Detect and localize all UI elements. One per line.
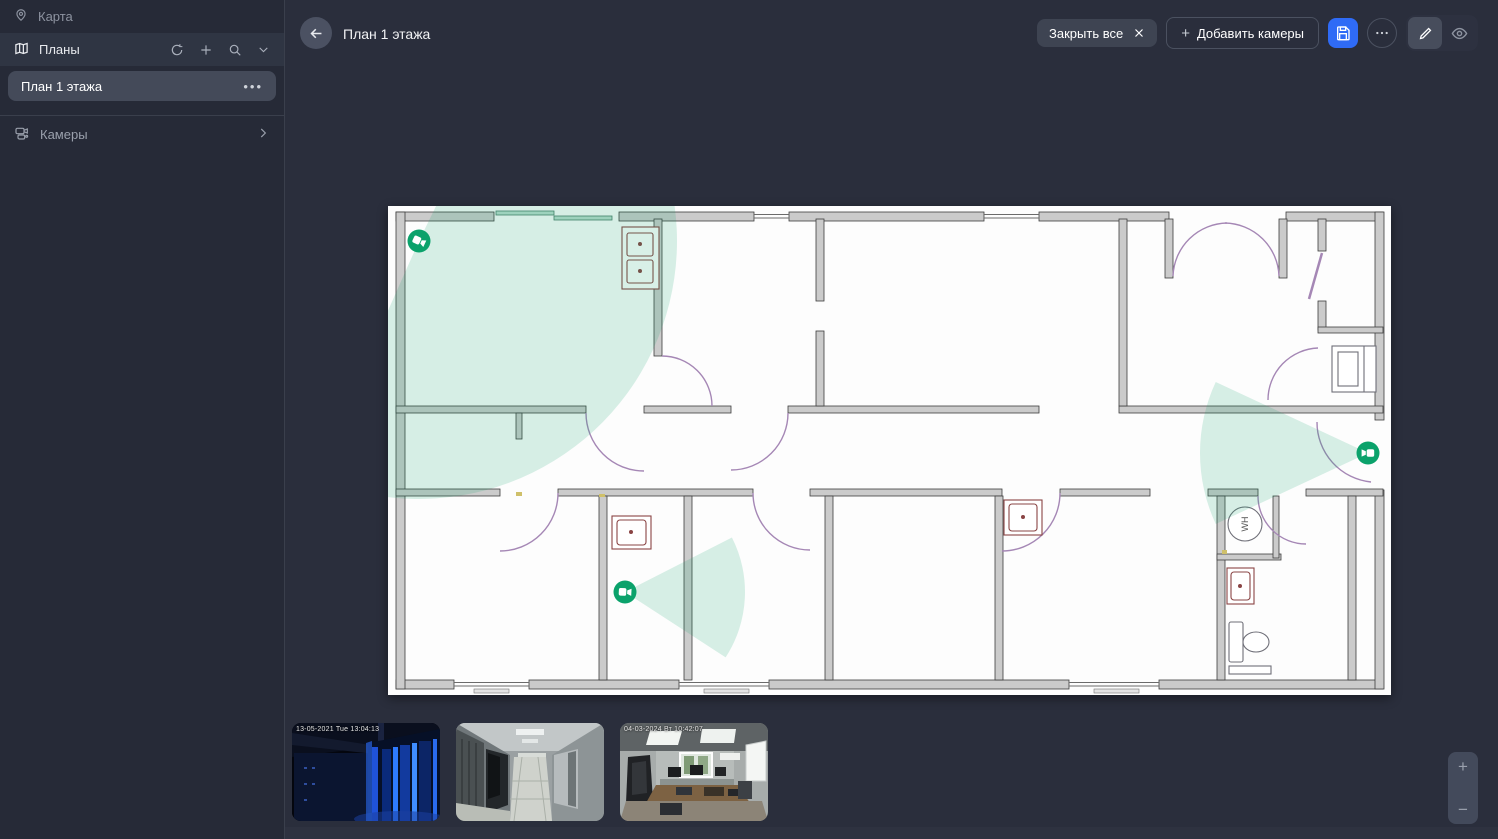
folded-map-icon xyxy=(14,41,29,59)
plan-item-more-icon[interactable]: ••• xyxy=(243,79,263,94)
edit-mode-button[interactable] xyxy=(1408,17,1442,49)
camera-marker[interactable] xyxy=(1357,442,1380,465)
zoom-out-button[interactable]: − xyxy=(1448,801,1478,818)
video-camera-icon xyxy=(1362,449,1375,457)
save-button[interactable] xyxy=(1328,18,1358,48)
corridor-preview xyxy=(456,723,604,821)
close-all-label: Закрыть все xyxy=(1049,26,1123,41)
close-icon[interactable] xyxy=(1133,27,1145,39)
thumb-timestamp: 04-03-2024 Вт 10:42:07 xyxy=(624,726,703,733)
add-cameras-label: Добавить камеры xyxy=(1197,26,1304,41)
sidebar-item-map[interactable]: Карта xyxy=(0,0,284,33)
chevron-down-icon[interactable] xyxy=(257,43,270,56)
floor-plan[interactable]: WH xyxy=(388,206,1391,695)
svg-text:WH: WH xyxy=(1240,517,1250,532)
more-button[interactable] xyxy=(1367,18,1397,48)
save-icon xyxy=(1335,25,1351,41)
sidebar-map-label: Карта xyxy=(38,9,73,24)
sidebar-plan-item-selected[interactable]: План 1 этажа ••• xyxy=(8,71,276,101)
plan-item-label: План 1 этажа xyxy=(21,79,102,94)
camera-marker[interactable] xyxy=(408,230,431,253)
server-room-preview xyxy=(292,723,440,821)
camera-thumb-server-room[interactable]: 13-05-2021 Tue 13:04:13 xyxy=(292,723,440,821)
eye-icon xyxy=(1451,25,1468,42)
sidebar-plans-label: Планы xyxy=(39,42,80,57)
camera-fov xyxy=(388,206,677,499)
plus-icon: + xyxy=(1181,25,1190,42)
topbar-actions: Закрыть все + Добавить камеры xyxy=(1037,15,1478,51)
page-title: План 1 этажа xyxy=(343,26,430,42)
sidebar-item-plans[interactable]: Планы xyxy=(0,33,284,66)
pencil-icon xyxy=(1418,26,1433,41)
map-pin-icon xyxy=(14,8,28,25)
main-area: План 1 этажа Закрыть все + Добавить каме… xyxy=(285,0,1498,839)
camera-thumb-office[interactable]: 04-03-2024 Вт 10:42:07 xyxy=(620,723,768,821)
camera-fov xyxy=(1200,382,1368,524)
mode-toggle xyxy=(1406,15,1478,51)
cameras-icon xyxy=(14,125,30,144)
plans-actions xyxy=(170,43,270,57)
map-zoom-control: + − xyxy=(1448,752,1478,824)
office-preview xyxy=(620,723,768,821)
camera-marker[interactable] xyxy=(614,581,637,604)
add-plan-icon[interactable] xyxy=(199,43,213,57)
bottom-strip xyxy=(285,827,1498,839)
sidebar-item-cameras[interactable]: Камеры xyxy=(0,116,284,152)
chevron-right-icon xyxy=(256,126,270,143)
arrow-left-icon xyxy=(308,25,325,42)
thumb-timestamp: 13-05-2021 Tue 13:04:13 xyxy=(296,726,379,733)
camera-thumbnails: 13-05-2021 Tue 13:04:13 xyxy=(292,723,768,821)
back-button[interactable] xyxy=(300,17,332,49)
ellipsis-icon xyxy=(1374,25,1390,41)
sidebar-cameras-label: Камеры xyxy=(40,127,88,142)
search-icon[interactable] xyxy=(228,43,242,57)
close-all-button[interactable]: Закрыть все xyxy=(1037,19,1157,47)
view-mode-button[interactable] xyxy=(1442,17,1476,49)
refresh-icon[interactable] xyxy=(170,43,184,57)
zoom-in-button[interactable]: + xyxy=(1448,758,1478,775)
floor-plan-svg: WH xyxy=(388,206,1391,695)
camera-thumb-corridor[interactable] xyxy=(456,723,604,821)
add-cameras-button[interactable]: + Добавить камеры xyxy=(1166,17,1319,49)
sidebar: Карта Планы xyxy=(0,0,285,839)
